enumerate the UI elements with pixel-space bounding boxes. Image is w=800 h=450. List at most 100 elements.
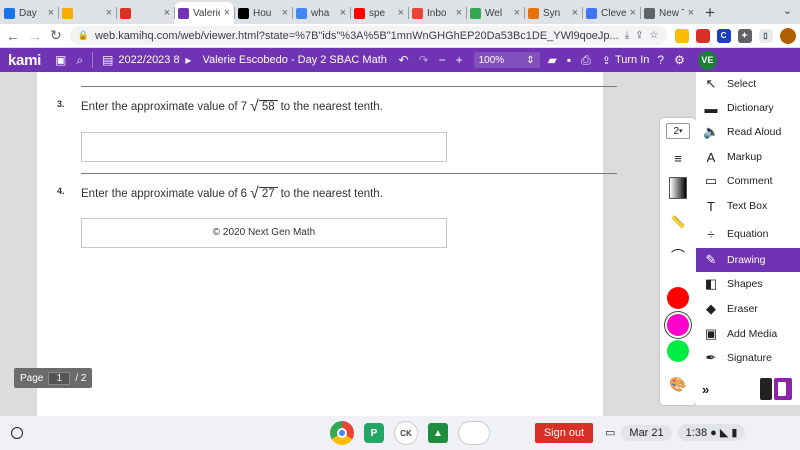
zoom-out-icon[interactable]: −	[439, 53, 446, 67]
tab-search-chevron-icon[interactable]: ⌄	[783, 4, 792, 17]
extension-icon[interactable]	[695, 28, 710, 43]
close-tab-icon[interactable]: ×	[106, 7, 112, 19]
menu-item-dictionary[interactable]: ▬ Dictionary	[696, 96, 800, 120]
search-icon[interactable]: ⌕	[76, 53, 83, 68]
close-tab-icon[interactable]: ×	[456, 7, 462, 19]
clever-extension-icon[interactable]: C	[716, 28, 731, 43]
close-tab-icon[interactable]: ×	[630, 7, 636, 19]
help-icon[interactable]: ?	[657, 53, 664, 67]
google-classroom-icon[interactable]: ▲	[428, 423, 448, 443]
page-number-input[interactable]: 1	[48, 371, 71, 385]
forward-icon[interactable]: →	[28, 28, 42, 44]
url-text[interactable]: web.kamihq.com/web/viewer.html?state=%7B…	[95, 30, 619, 42]
close-tab-icon[interactable]: ×	[224, 7, 230, 19]
class-name[interactable]: 2022/2023 8t...	[118, 54, 180, 66]
reload-icon[interactable]: ↻	[50, 27, 62, 44]
browser-tab[interactable]: wha ×	[292, 2, 350, 24]
color-swatch-green[interactable]	[667, 340, 689, 362]
share-icon[interactable]: ⇪	[635, 30, 643, 41]
close-tab-icon[interactable]: ×	[48, 7, 54, 19]
color-swatch-red[interactable]	[667, 287, 689, 309]
turn-in-button[interactable]: ⇪ Turn In	[602, 54, 650, 67]
zoom-in-icon[interactable]: +	[456, 53, 463, 67]
browser-tab[interactable]: Wel ×	[466, 2, 524, 24]
close-tab-icon[interactable]: ×	[282, 7, 288, 19]
menu-item-drawing[interactable]: ✎ Drawing	[696, 248, 800, 272]
menu-item-markup[interactable]: A Markup	[696, 145, 800, 169]
settings-gear-icon[interactable]: ⚙	[674, 53, 685, 67]
close-tab-icon[interactable]: ×	[164, 7, 170, 19]
user-avatar[interactable]: VE	[697, 50, 717, 70]
tab-title: New Tab	[659, 7, 684, 19]
address-bar[interactable]: 🔒 web.kamihq.com/web/viewer.html?state=%…	[69, 26, 667, 45]
color-swatch-magenta[interactable]	[667, 314, 689, 336]
close-tab-icon[interactable]: ×	[340, 7, 346, 19]
close-tab-icon[interactable]: ×	[572, 7, 578, 19]
redo-icon[interactable]: ↷	[419, 53, 429, 67]
close-tab-icon[interactable]: ×	[398, 7, 404, 19]
opacity-gradient-icon[interactable]	[666, 176, 690, 200]
menu-item-text-box[interactable]: T Text Box	[696, 194, 800, 218]
menu-item-comment[interactable]: ▭ Comment	[696, 169, 800, 193]
menu-item-select[interactable]: ↖ Select	[696, 72, 800, 96]
puzzle-icon[interactable]: ✦	[737, 28, 752, 43]
browser-tab[interactable]: spe ×	[350, 2, 408, 24]
menu-item-label: Read Aloud	[727, 126, 782, 138]
menu-item-add-media[interactable]: ▣ Add Media	[696, 322, 800, 346]
menu-item-equation[interactable]: ÷ Equation	[696, 222, 800, 246]
back-icon[interactable]: ←	[6, 28, 20, 44]
answer-box[interactable]: © 2020 Next Gen Math	[81, 218, 447, 248]
menu-item-eraser[interactable]: ◆ Eraser	[696, 297, 800, 321]
collapse-chevron-icon[interactable]: »	[702, 382, 709, 397]
app-group-icon[interactable]	[458, 421, 490, 445]
division-icon: ÷	[707, 226, 715, 242]
stroke-size-select[interactable]: 2 ▾	[666, 123, 690, 139]
browser-tab[interactable]: ×	[116, 2, 174, 24]
browser-tab[interactable]: Valerie ×	[174, 2, 234, 24]
caret-down-icon: ▾	[679, 128, 683, 135]
status-pill[interactable]: 1:38 ● ◣ ▮	[677, 424, 746, 441]
extension-icon[interactable]	[674, 28, 689, 43]
classroom-app-icon[interactable]: P	[364, 423, 384, 443]
menu-item-shapes[interactable]: ◧ Shapes	[696, 272, 800, 296]
bookmark-star-icon[interactable]: ☆	[650, 30, 659, 41]
menu-item-read-aloud[interactable]: 🔈 Read Aloud	[696, 120, 800, 144]
zoom-select[interactable]: 100% ⇕	[473, 52, 540, 68]
folder-icon[interactable]: ▰	[548, 53, 557, 67]
profile-avatar[interactable]	[779, 27, 796, 44]
ruler-icon[interactable]: 📏	[666, 214, 690, 230]
sign-out-button[interactable]: Sign out	[535, 423, 593, 443]
menu-item-signature[interactable]: ✒ Signature	[696, 346, 800, 370]
browser-tab[interactable]: Inbo ×	[408, 2, 466, 24]
line-style-icon[interactable]: ≡	[666, 150, 690, 166]
palette-icon[interactable]: 🎨	[666, 375, 690, 393]
close-tab-icon[interactable]: ×	[688, 7, 694, 19]
new-tab-button[interactable]: +	[698, 2, 722, 24]
answer-box[interactable]	[81, 132, 447, 162]
screenshot-icon[interactable]: ▭	[605, 426, 615, 439]
sidepanel-icon[interactable]: ▯	[758, 28, 773, 43]
print-icon[interactable]: ⎙	[581, 53, 591, 68]
undo-icon[interactable]: ↶	[398, 53, 408, 67]
date-pill[interactable]: Mar 21	[621, 424, 672, 441]
browser-tab[interactable]: Day ×	[0, 2, 58, 24]
close-tab-icon[interactable]: ×	[514, 7, 520, 19]
pen-icon: ✒	[705, 350, 717, 365]
browser-tab[interactable]: Hou ×	[234, 2, 292, 24]
browser-tab[interactable]: ×	[58, 2, 116, 24]
document-title[interactable]: Valerie Escobedo - Day 2 SBAC Math Prac	[202, 54, 388, 66]
cursor-icon: ↖	[705, 76, 717, 91]
ck-app-icon[interactable]: CK	[394, 421, 418, 445]
toolbar-toggle-icon[interactable]	[760, 378, 792, 400]
system-tray[interactable]: ▭ Mar 21 1:38 ● ◣ ▮	[605, 424, 746, 441]
chrome-icon[interactable]	[330, 421, 354, 445]
browser-tab[interactable]: New Tab ×	[640, 2, 698, 24]
download-icon[interactable]: ⤓	[625, 30, 629, 41]
lock-icon[interactable]: 🔒	[78, 30, 89, 41]
launcher-icon[interactable]	[11, 427, 23, 439]
save-icon[interactable]: ▪	[567, 53, 571, 67]
arc-icon[interactable]: ⌒	[666, 248, 690, 264]
sidebar-toggle-icon[interactable]: ▣	[55, 53, 66, 67]
browser-tab[interactable]: Syn ×	[524, 2, 582, 24]
browser-tab[interactable]: Clever | ×	[582, 2, 640, 24]
